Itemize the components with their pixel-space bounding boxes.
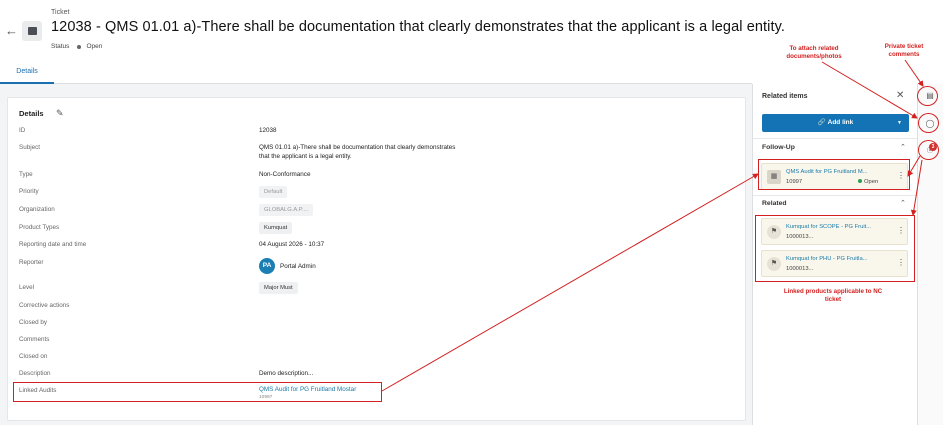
type-value: Non-Conformance [259, 171, 311, 178]
reporter-name: Portal Admin [280, 263, 316, 270]
reporting-date-label: Reporting date and time [19, 241, 87, 248]
details-card: Details ✎ ID 12038 Subject QMS 01.01 a)-… [7, 97, 746, 421]
highlight-related-icon [918, 140, 939, 160]
add-link-text: Add link [827, 119, 854, 126]
divider [753, 138, 918, 139]
ticket-type-icon [22, 21, 42, 41]
reporting-date-value: 04 August 2026 - 10:37 [259, 241, 325, 248]
annotation-line: documents/photos [786, 52, 842, 60]
annotation-line: Private ticket [884, 43, 924, 50]
status-row: Status Open [51, 43, 102, 50]
follow-up-title: Follow-Up [762, 144, 795, 151]
tab-bar: Details [0, 62, 752, 84]
related-title: Related [762, 200, 787, 207]
tab-details[interactable]: Details [0, 62, 54, 84]
subject-value-line1: QMS 01.01 a)-There shall be documentatio… [259, 144, 456, 151]
subject-label: Subject [19, 144, 41, 151]
organization-label: Organization [19, 206, 55, 213]
chevron-up-icon[interactable]: ⌃ [900, 199, 906, 207]
details-title: Details [19, 109, 44, 118]
close-icon[interactable]: ✕ [896, 90, 904, 101]
divider [753, 195, 918, 196]
annotation-linked-products: Linked products applicable to NC ticket [763, 288, 903, 303]
annotation-private: Private ticket comments [874, 43, 934, 58]
highlight-linked-audits [13, 382, 382, 402]
add-link-label: 🔗 Add link [817, 119, 854, 126]
corrective-actions-label: Corrective actions [19, 302, 70, 309]
highlight-related [755, 215, 915, 282]
annotation-attach: To attach related documents/photos [776, 45, 852, 60]
status-label: Status [51, 43, 70, 50]
breadcrumb[interactable]: Ticket [51, 9, 69, 16]
level-label: Level [19, 284, 35, 291]
id-value: 12038 [259, 127, 277, 134]
side-toolbar [917, 84, 943, 425]
chevron-down-icon[interactable]: ▼ [897, 114, 902, 132]
product-types-label: Product Types [19, 224, 60, 231]
highlight-comment-icon [917, 86, 938, 106]
highlight-follow-up [758, 159, 910, 190]
page-title: 12038 - QMS 01.01 a)-There shall be docu… [51, 19, 786, 35]
product-type-chip: Kumquat [259, 222, 293, 234]
closed-on-label: Closed on [19, 353, 48, 360]
chevron-up-icon[interactable]: ⌃ [900, 143, 906, 151]
annotation-line: ticket [824, 295, 842, 303]
highlight-link-icon [918, 113, 939, 133]
status-value: Open [86, 43, 103, 50]
subject-value-line2: that the applicant is a legal entity. [259, 153, 352, 160]
pencil-edit-icon[interactable]: ✎ [56, 108, 64, 119]
priority-chip: Default [259, 186, 288, 198]
id-label: ID [19, 127, 26, 134]
add-link-button[interactable]: 🔗 Add link ▼ [762, 114, 909, 132]
back-arrow-icon[interactable]: ← [5, 24, 19, 38]
annotation-line: Linked products applicable to NC [783, 288, 883, 295]
comments-label: Comments [19, 336, 50, 343]
type-label: Type [19, 171, 33, 178]
annotation-line: To attach related [789, 45, 839, 52]
reporter-label: Reporter [19, 259, 44, 266]
description-label: Description [19, 370, 51, 377]
organization-chip: GLOBALG.A.P.... [259, 204, 314, 216]
status-dot-icon [77, 44, 82, 49]
annotation-line: comments [888, 50, 920, 58]
description-value: Demo description... [259, 370, 314, 377]
related-items-title: Related items [762, 93, 808, 100]
level-chip: Major Must [259, 282, 298, 294]
avatar: PA [259, 258, 275, 274]
priority-label: Priority [19, 188, 39, 195]
closed-by-label: Closed by [19, 319, 48, 326]
